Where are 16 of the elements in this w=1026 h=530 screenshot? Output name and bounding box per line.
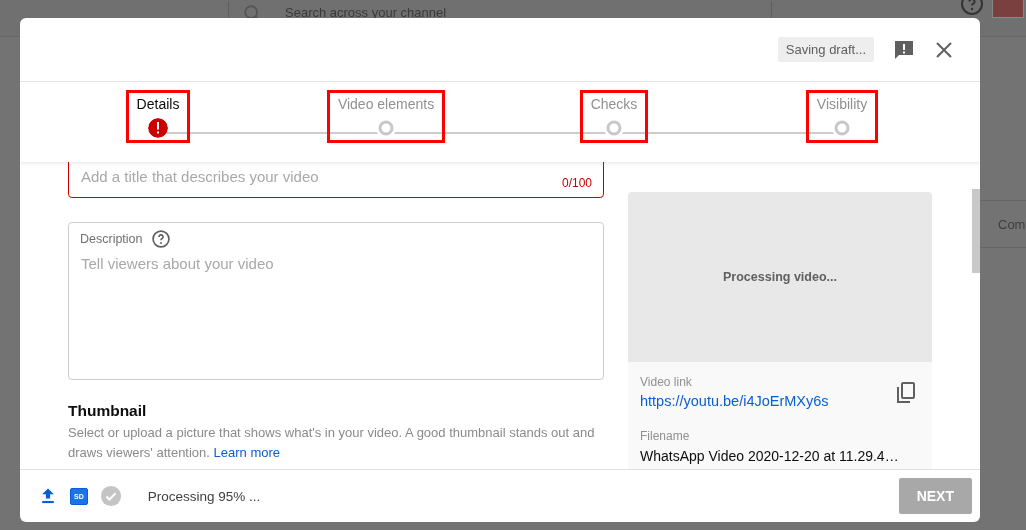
processing-text: Processing video... [723, 270, 837, 284]
step-tab[interactable]: Details [125, 90, 191, 143]
step-tab[interactable]: Visibility [805, 90, 879, 143]
status-chip: Saving draft... [777, 37, 874, 62]
field-label: Filename [640, 429, 691, 443]
filename: WhatsApp Video 2020-12-20 at 11.29.4… [640, 448, 900, 464]
character-counter: 0/100 [561, 176, 592, 190]
step-tab[interactable]: Video elements [326, 90, 446, 143]
progress-text: Processing 95% ... [147, 488, 261, 504]
thumbnail-description: Select or upload a picture that shows what's in your video. A good thumbnail stands out and draws viewers' attention. Learn more [68, 424, 596, 462]
field-label: Description [80, 232, 143, 246]
step-tab[interactable]: Checks [579, 90, 649, 143]
field-label: Video link [640, 375, 693, 389]
video-link[interactable]: https://youtu.be/i4JoErMXy6s [640, 393, 829, 409]
learn-more-link[interactable]: Learn more [213, 445, 281, 460]
section-heading: Thumbnail [68, 402, 148, 420]
